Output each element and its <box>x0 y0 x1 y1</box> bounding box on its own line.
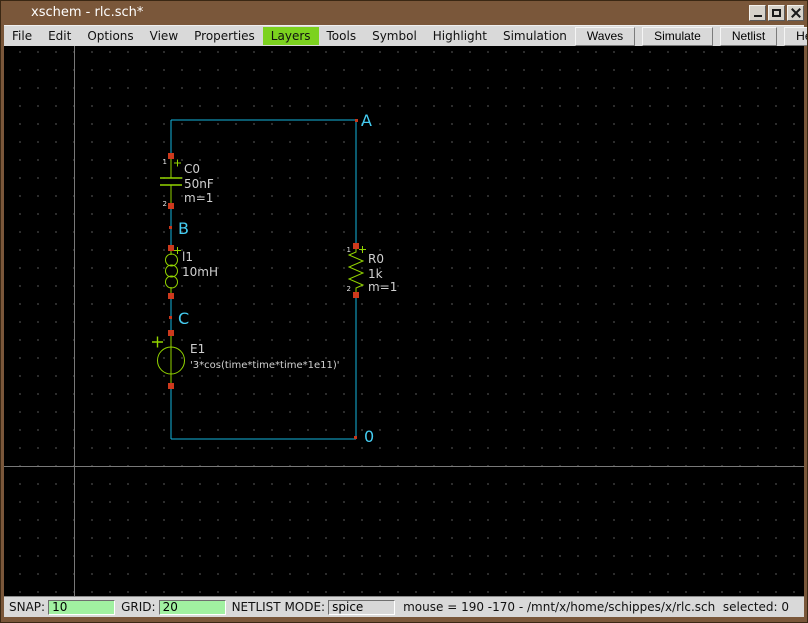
net-label-text: C <box>178 309 189 328</box>
component-inductor-l1[interactable]: l1 10mH <box>166 245 218 299</box>
pin-square <box>168 153 174 159</box>
close-button[interactable] <box>787 5 804 21</box>
pin-square <box>168 330 174 336</box>
label-attach-dot <box>354 436 357 439</box>
menu-file[interactable]: File <box>4 27 40 45</box>
pin-number: 2 <box>163 200 167 208</box>
pin-square <box>353 243 359 249</box>
component-value: 10mH <box>182 265 218 279</box>
menu-symbol[interactable]: Symbol <box>364 27 425 45</box>
simulate-button[interactable]: Simulate <box>642 27 713 46</box>
close-icon <box>791 8 801 18</box>
circuit-drawing: 1 2 C0 50nF m=1 l1 10mH <box>4 46 804 598</box>
menu-simulation[interactable]: Simulation <box>495 27 575 45</box>
label-attach-dot <box>169 226 172 229</box>
pin-square <box>168 293 174 299</box>
component-ref: R0 <box>368 252 384 266</box>
component-vsource-e1[interactable]: E1 '3*cos(time*time*time*1e11)' <box>152 330 340 389</box>
component-extra: m=1 <box>184 191 213 205</box>
menu-options[interactable]: Options <box>79 27 141 45</box>
net-label-b[interactable]: B <box>169 219 189 238</box>
minimize-icon <box>754 15 762 17</box>
pin-square <box>168 383 174 389</box>
component-ref: E1 <box>190 342 205 356</box>
statusbar: SNAP: GRID: NETLIST MODE: mouse = 190 -1… <box>4 596 804 617</box>
mouse-status-text: mouse = 190 -170 - /mnt/x/home/schippes/… <box>403 600 789 614</box>
menu-tools[interactable]: Tools <box>319 27 365 45</box>
component-capacitor-c0[interactable]: 1 2 C0 50nF m=1 <box>160 153 214 209</box>
pin-number: 2 <box>347 285 351 293</box>
inductor-coil <box>166 265 178 277</box>
plus-marker <box>152 337 163 348</box>
netlist-mode-label: NETLIST MODE: <box>232 600 326 614</box>
pin-square <box>168 203 174 209</box>
pin-square <box>353 292 359 298</box>
component-value: 1k <box>368 267 383 281</box>
net-label-text: 0 <box>364 427 374 446</box>
netlist-button[interactable]: Netlist <box>720 27 777 46</box>
plus-marker <box>174 160 181 167</box>
menu-layers[interactable]: Layers <box>263 27 319 45</box>
component-value: '3*cos(time*time*time*1e11)' <box>190 360 340 371</box>
label-attach-dot <box>355 119 358 122</box>
component-extra: m=1 <box>368 280 397 294</box>
net-label-c[interactable]: C <box>169 309 189 328</box>
net-label-text: A <box>361 111 372 130</box>
snap-label: SNAP: <box>9 600 45 614</box>
minimize-button[interactable] <box>749 5 766 21</box>
capacitor-plates <box>160 178 182 185</box>
menu-edit[interactable]: Edit <box>40 27 79 45</box>
net-label-text: B <box>178 219 189 238</box>
help-button[interactable]: Help <box>784 27 808 46</box>
menu-action-buttons: Waves Simulate Netlist Help <box>575 26 808 46</box>
component-resistor-r0[interactable]: 1 2 R0 1k m=1 <box>347 243 398 298</box>
netlist-mode-input[interactable] <box>328 600 395 615</box>
window-title: xschem - rlc.sch* <box>31 5 143 20</box>
titlebar[interactable]: xschem - rlc.sch* <box>1 1 807 25</box>
pin-number: 1 <box>347 246 351 254</box>
component-value: 50nF <box>184 177 214 191</box>
resistor-zigzag <box>349 249 363 294</box>
grid-input[interactable] <box>159 600 226 615</box>
component-ref: l1 <box>182 250 193 264</box>
menubar: File Edit Options View Properties Layers… <box>4 25 804 46</box>
plus-marker <box>174 247 181 254</box>
maximize-icon <box>772 9 781 17</box>
menu-highlight[interactable]: Highlight <box>425 27 495 45</box>
maximize-button[interactable] <box>768 5 785 21</box>
plus-marker <box>359 246 366 253</box>
window-controls <box>749 5 804 21</box>
inductor-coil <box>166 254 178 266</box>
pin-square <box>168 245 174 251</box>
component-ref: C0 <box>184 162 200 176</box>
menu-properties[interactable]: Properties <box>186 27 263 45</box>
grid-label: GRID: <box>121 600 155 614</box>
inductor-coil <box>166 276 178 288</box>
xschem-window: xschem - rlc.sch* File Edit Options View… <box>0 0 808 623</box>
waves-button[interactable]: Waves <box>575 27 635 46</box>
net-label-0[interactable]: 0 <box>354 427 374 446</box>
net-label-a[interactable]: A <box>355 111 372 130</box>
label-attach-dot <box>169 316 172 319</box>
schematic-canvas[interactable]: 1 2 C0 50nF m=1 l1 10mH <box>4 46 804 598</box>
pin-number: 1 <box>163 158 167 166</box>
snap-input[interactable] <box>48 600 115 615</box>
menu-view[interactable]: View <box>142 27 186 45</box>
